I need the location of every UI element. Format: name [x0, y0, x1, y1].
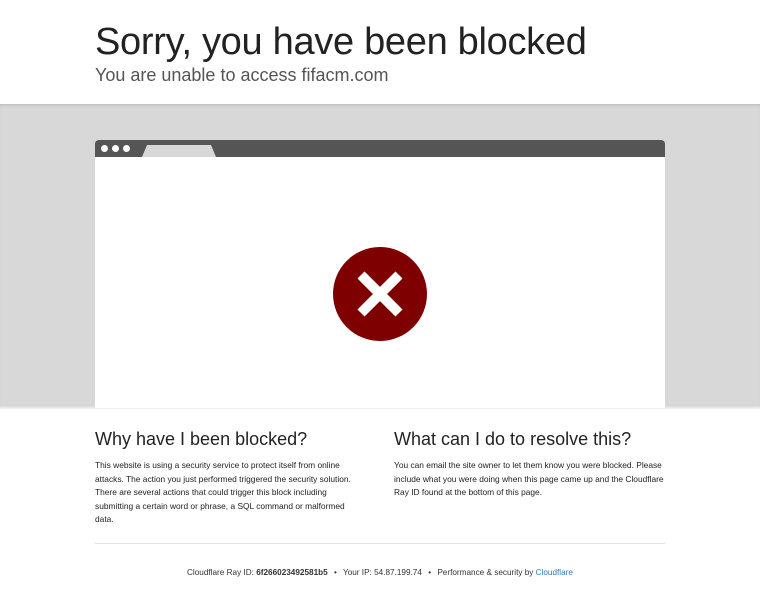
why-blocked-text: This website is using a security service… [95, 460, 351, 524]
browser-dot-icon [101, 145, 108, 152]
footer-separator: • [333, 568, 337, 577]
browser-illustration-bar [95, 140, 665, 157]
footer: Cloudflare Ray ID: 6f266023492581b5 • Yo… [0, 567, 760, 579]
browser-dot-icon [123, 145, 130, 152]
why-blocked-heading: Why have I been blocked? [95, 429, 308, 449]
footer-divider [95, 543, 665, 544]
resolve-heading: What can I do to resolve this? [394, 429, 632, 449]
ray-id-label: Cloudflare Ray ID: [187, 568, 254, 577]
footer-separator: • [428, 568, 432, 577]
performance-label: Performance & security by [437, 568, 534, 577]
cloudflare-link[interactable]: Cloudflare [536, 568, 573, 577]
page-header: Sorry, you have been blocked You are una… [0, 0, 760, 104]
page-subtitle: You are unable to access fifacm.com [95, 65, 389, 85]
ip-value: 54.87.199.74 [374, 568, 422, 577]
resolve-text: You can email the site owner to let them… [394, 460, 664, 497]
browser-tab-shape [142, 145, 216, 157]
page-title: Sorry, you have been blocked [95, 21, 587, 63]
x-circle-icon [333, 247, 427, 341]
browser-illustration-window [95, 157, 665, 408]
browser-dot-icon [112, 145, 119, 152]
ip-label: Your IP: [342, 568, 372, 577]
ray-id-value[interactable]: 6f266023492581b5 [256, 568, 327, 577]
